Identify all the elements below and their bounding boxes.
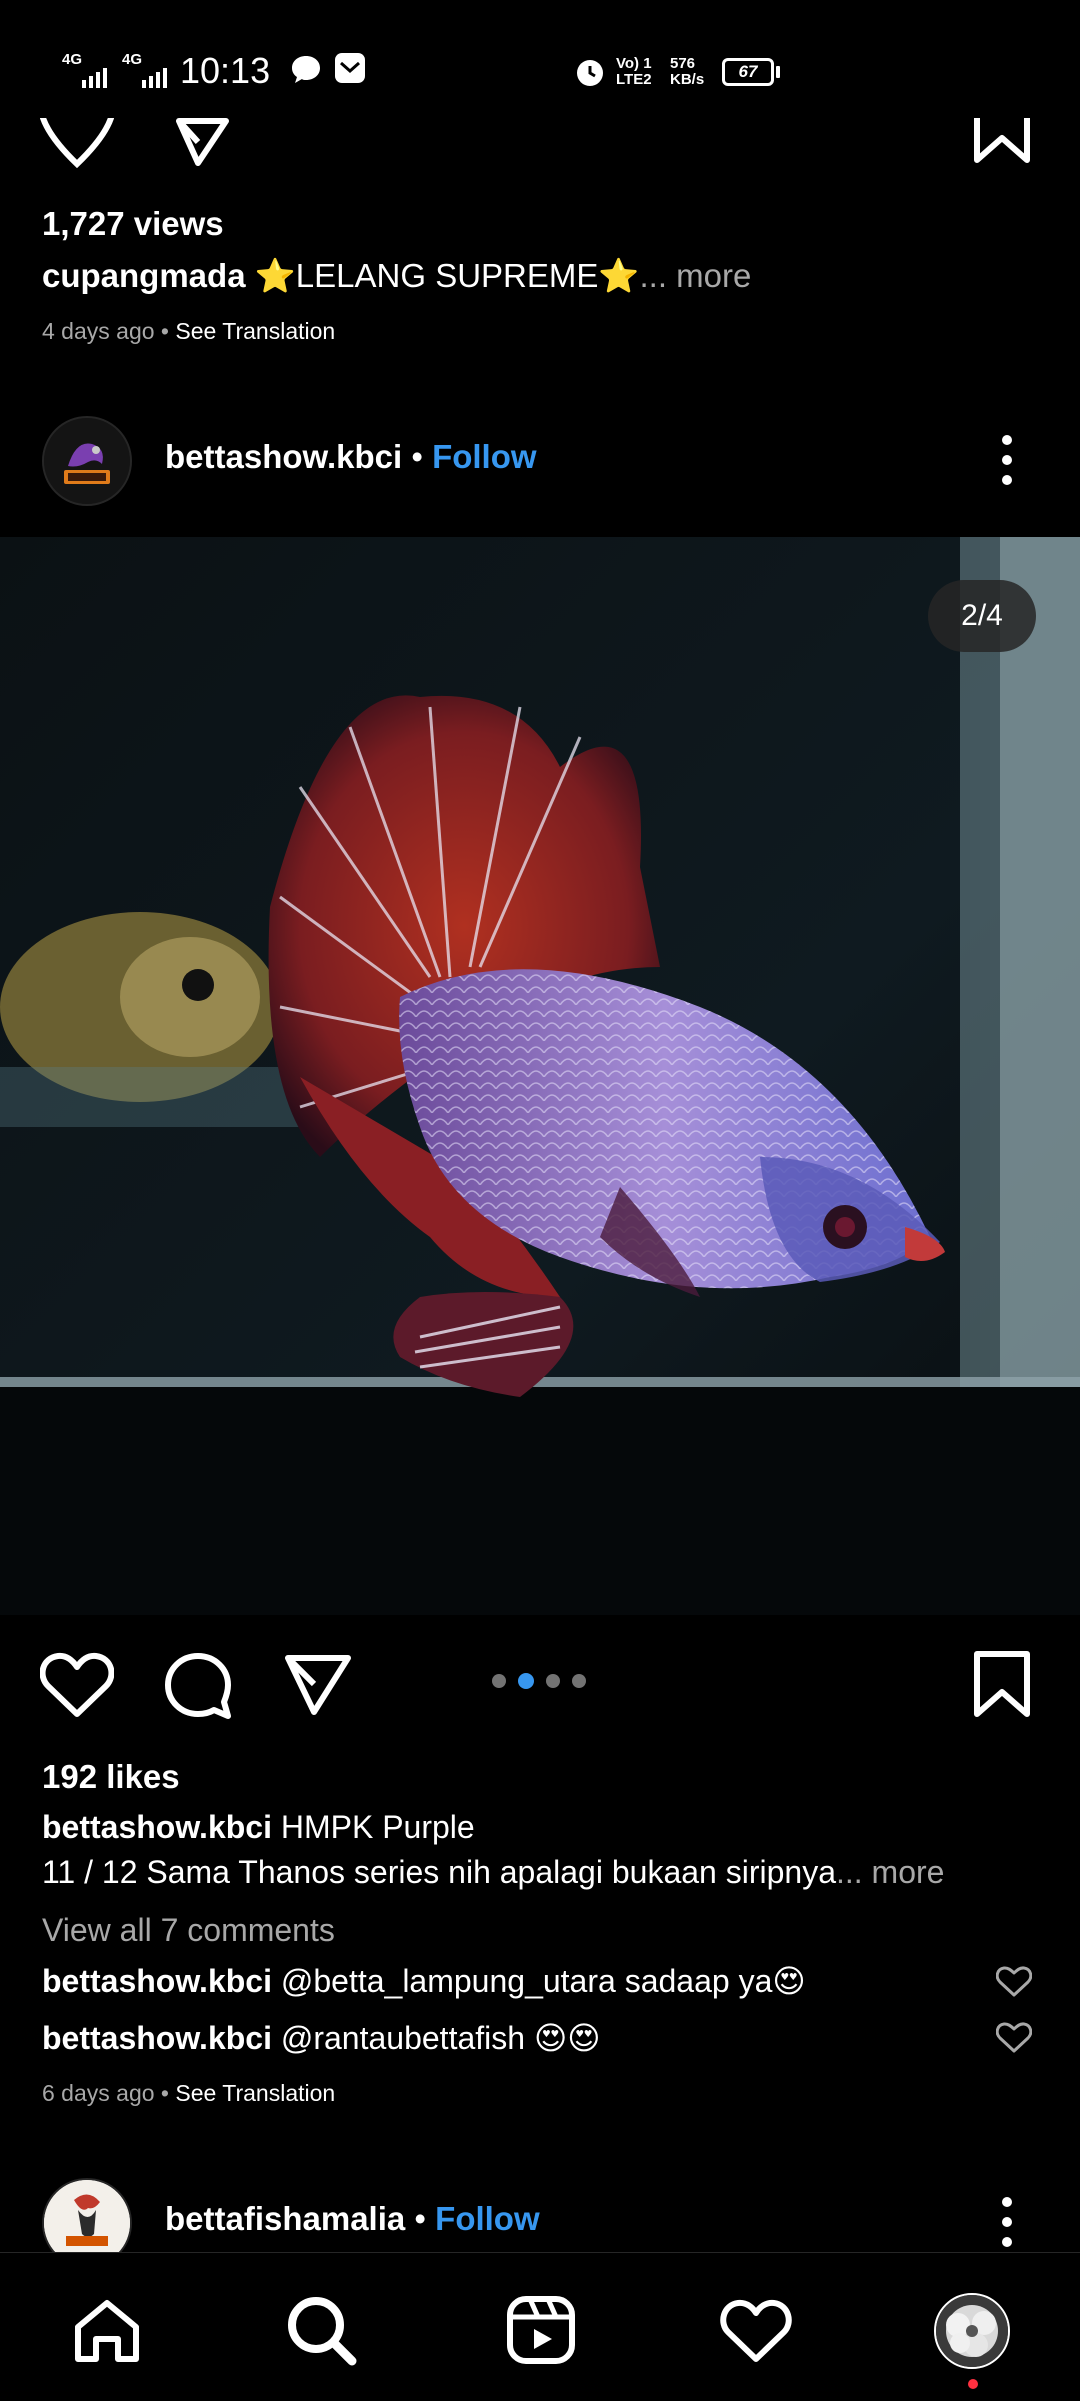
battery-icon: 67 [722, 58, 774, 86]
see-translation-link[interactable]: See Translation [175, 318, 335, 344]
carousel-dot-active [518, 1673, 534, 1689]
caption-more[interactable]: ... more [836, 1854, 944, 1890]
post-username[interactable]: bettashow.kbci [165, 438, 402, 475]
home-icon[interactable] [72, 2297, 142, 2365]
views-count: 1,727 views [42, 205, 224, 242]
comment-text: @rantaubettafish 😍😍 [280, 2020, 601, 2056]
dot-separator: • [160, 318, 169, 344]
post-time: 6 days ago [42, 2080, 155, 2106]
follow-button[interactable]: Follow [432, 438, 536, 475]
profile-avatar[interactable] [934, 2293, 1010, 2369]
carousel-dot [572, 1674, 586, 1688]
search-icon[interactable] [286, 2295, 358, 2367]
comment-text: @betta_lampung_utara sadaap ya😍 [280, 1963, 806, 1999]
battery-level: 67 [738, 62, 758, 81]
kbci-logo [44, 418, 130, 504]
prev-meta: 4 days ago • See Translation [42, 318, 335, 345]
speed-value: 576 [670, 55, 696, 72]
comment-username[interactable]: bettashow.kbci [42, 2020, 272, 2056]
network-speed: 576 KB/s [670, 56, 704, 88]
more-options-icon[interactable] [994, 2194, 1020, 2250]
see-translation-link[interactable]: See Translation [175, 2080, 335, 2106]
alarm-icon [577, 60, 603, 86]
caption-text: 11 / 12 Sama Thanos series nih apalagi b… [42, 1854, 836, 1890]
comment-username[interactable]: bettashow.kbci [42, 1963, 272, 1999]
comment: bettashow.kbci @rantaubettafish 😍😍 [42, 2019, 601, 2057]
share-icon[interactable] [176, 118, 230, 166]
dot-separator: • [414, 2200, 436, 2237]
network-type-1: 4G [62, 51, 83, 68]
carousel-counter: 2/4 [928, 580, 1036, 652]
view-all-comments[interactable]: View all 7 comments [42, 1912, 335, 1949]
caption-title: HMPK Purple [280, 1809, 475, 1845]
battery-tip [776, 66, 780, 78]
carousel-dot [546, 1674, 560, 1688]
next-post-header: bettafishamalia • Follow [165, 2200, 540, 2238]
comment-like-icon[interactable] [996, 2022, 1032, 2054]
clock: 10:13 [180, 50, 271, 91]
caption-line-2: 11 / 12 Sama Thanos series nih apalagi b… [42, 1854, 944, 1891]
notification-app-icon [335, 53, 365, 83]
signal-icon [142, 68, 167, 88]
share-icon[interactable] [284, 1654, 352, 1716]
reels-icon[interactable] [506, 2295, 576, 2365]
speed-unit: KB/s [670, 71, 705, 88]
post-time: 4 days ago [42, 318, 155, 344]
signal-icon [82, 68, 107, 88]
volte-bottom: LTE2 [616, 71, 652, 88]
caption-username[interactable]: cupangmada [42, 257, 246, 294]
activity-heart-icon[interactable] [720, 2299, 792, 2363]
comment-icon[interactable] [164, 1652, 232, 1720]
betta-fish-photo [0, 537, 1080, 1615]
post-image[interactable] [0, 537, 1080, 1615]
save-icon[interactable] [972, 1650, 1032, 1720]
post-meta: 6 days ago • See Translation [42, 2080, 335, 2107]
carousel-dot [492, 1674, 506, 1688]
comment: bettashow.kbci @betta_lampung_utara sada… [42, 1962, 806, 2000]
volte-top: Vo) 1 [616, 55, 652, 72]
post-header: bettashow.kbci • Follow [165, 438, 537, 476]
dot-separator: • [411, 438, 433, 475]
post-username[interactable]: bettafishamalia [165, 2200, 405, 2237]
dot-separator: • [160, 2080, 169, 2106]
caption-more[interactable]: ... more [640, 257, 752, 294]
caption-username[interactable]: bettashow.kbci [42, 1809, 272, 1845]
prev-caption: cupangmada ⭐LELANG SUPREME⭐... more [42, 257, 751, 296]
post-caption: bettashow.kbci HMPK Purple [42, 1809, 475, 1846]
status-bar: 4G 4G 10:13 Vo) 1 LTE2 576 KB/s 67 [0, 0, 1080, 118]
follow-button[interactable]: Follow [435, 2200, 539, 2237]
more-options-icon[interactable] [994, 432, 1020, 488]
carousel-indicator [486, 1673, 592, 1689]
like-icon[interactable] [40, 118, 114, 168]
notification-dot [968, 2379, 978, 2389]
save-icon[interactable] [972, 118, 1032, 164]
network-type-2: 4G [122, 51, 143, 68]
comment-like-icon[interactable] [996, 1966, 1032, 1998]
bottom-navigation [0, 2252, 1080, 2401]
message-icon [292, 56, 320, 83]
caption-text: ⭐LELANG SUPREME⭐ [254, 257, 640, 294]
avatar[interactable] [42, 416, 132, 506]
likes-count[interactable]: 192 likes [42, 1758, 180, 1796]
hibiscus-image [936, 2295, 1008, 2367]
volte-indicator: Vo) 1 LTE2 [616, 56, 652, 88]
like-icon[interactable] [40, 1652, 114, 1718]
